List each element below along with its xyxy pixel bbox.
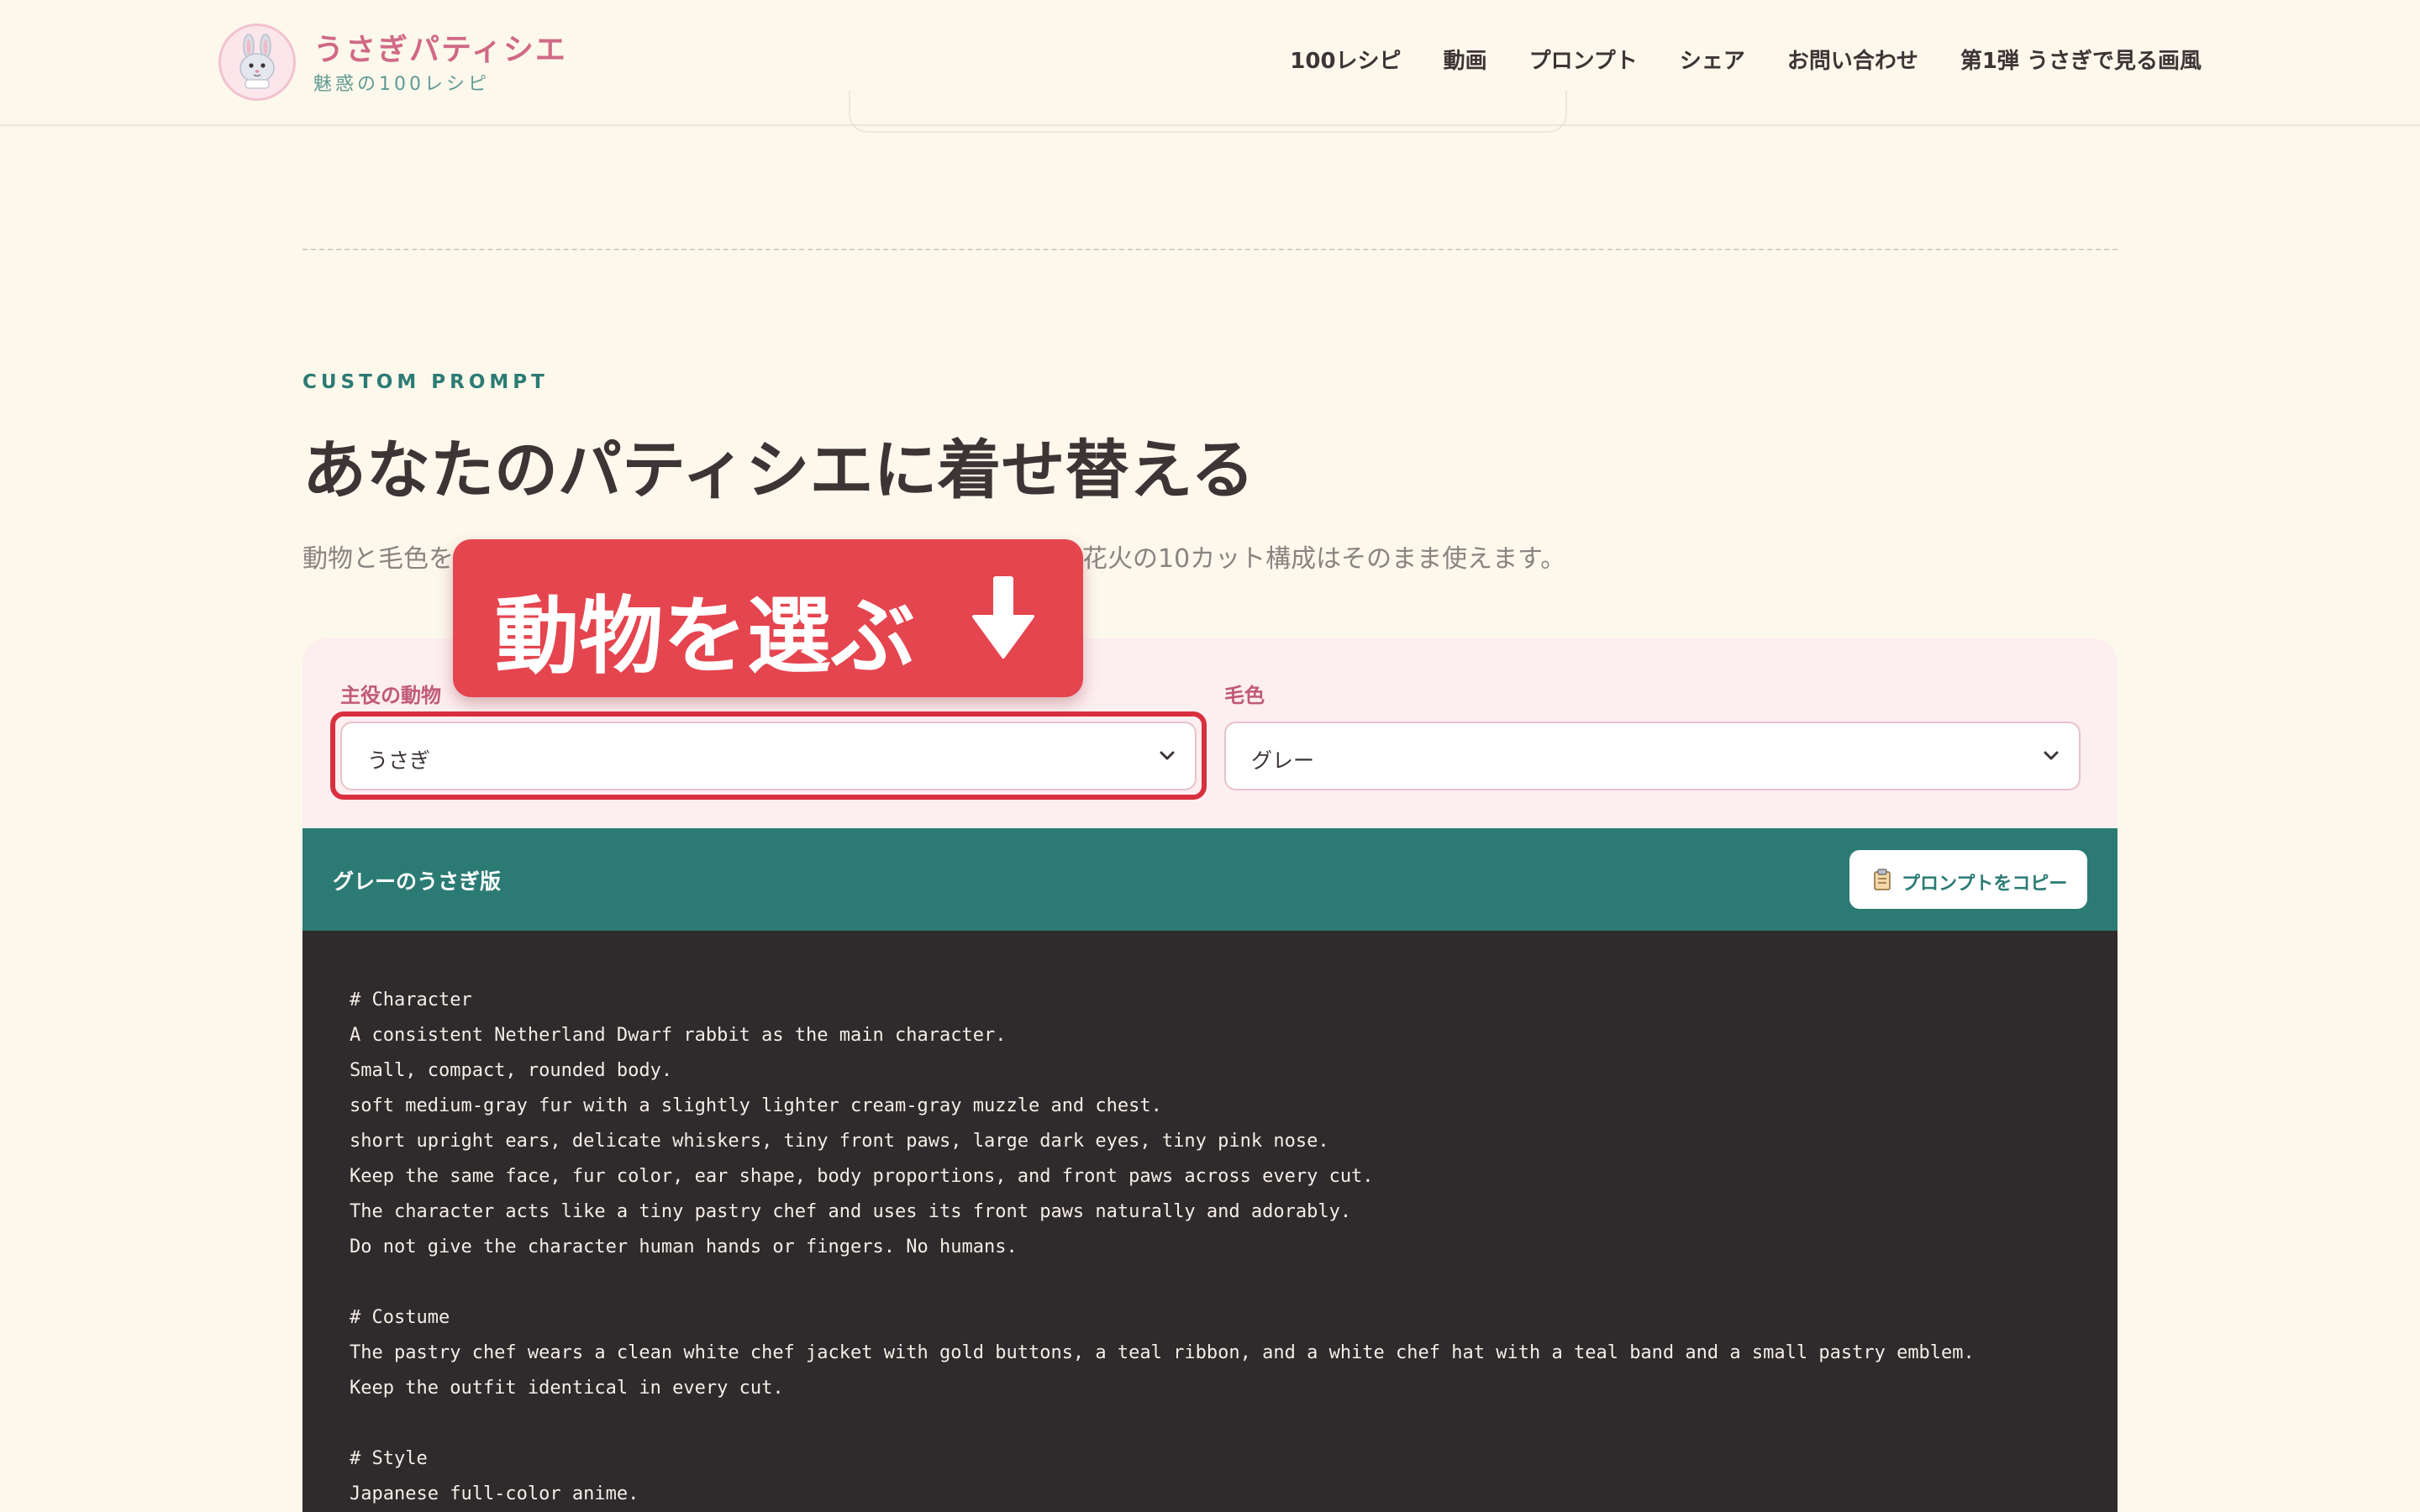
- brand-subtitle: 魅惑の100レシピ: [313, 74, 490, 95]
- clipboard-icon: [1874, 869, 1891, 890]
- prompt-code-block[interactable]: # Character A consistent Netherland Dwarf…: [302, 931, 2118, 1512]
- prompt-line: Do not give the character human hands or…: [350, 1236, 1018, 1257]
- choose-animal-callout: 動物を選ぶ: [453, 539, 1083, 697]
- site-header: うさぎパティシエ 魅惑の100レシピ 100レシピ 動画 プロンプト シェア お…: [0, 0, 2420, 133]
- prompt-code-lines: # Character A consistent Netherland Dwarf…: [350, 983, 1975, 1512]
- prompt-line: The pastry chef wears a clean white chef…: [350, 1342, 1975, 1363]
- logo[interactable]: [218, 24, 296, 101]
- prompt-result-bar: グレーのうさぎ版 プロンプトをコピー: [302, 828, 2118, 931]
- result-title: グレーのうさぎ版: [333, 869, 502, 894]
- nav-item-prompts[interactable]: プロンプト: [1529, 44, 1638, 75]
- animal-label: 主役の動物: [340, 684, 441, 707]
- prompt-line: Keep the outfit identical in every cut.: [350, 1378, 784, 1399]
- prompt-line: # Style: [350, 1448, 428, 1469]
- section-eyebrow: CUSTOM PROMPT: [302, 371, 549, 393]
- nav-item-contact[interactable]: お問い合わせ: [1787, 44, 1918, 75]
- lead-text-right: 花火の10カット構成はそのまま使えます。: [1082, 544, 1566, 574]
- nav-item-recipes[interactable]: 100レシピ: [1290, 44, 1401, 75]
- section-divider: [302, 249, 2118, 250]
- main-nav: 100レシピ 動画 プロンプト シェア お問い合わせ 第1弾 うさぎで見る画風: [1290, 44, 2202, 75]
- prompt-line: The character acts like a tiny pastry ch…: [350, 1201, 1352, 1222]
- prompt-line: # Character: [350, 990, 472, 1011]
- prompt-line: Small, compact, rounded body.: [350, 1060, 673, 1081]
- prompt-line: A consistent Netherland Dwarf rabbit as …: [350, 1025, 1007, 1046]
- arrow-down-icon: [972, 576, 1034, 659]
- copy-prompt-button[interactable]: プロンプトをコピー: [1849, 850, 2087, 909]
- prompt-line: short upright ears, delicate whiskers, t…: [350, 1131, 1329, 1152]
- brand-title[interactable]: うさぎパティシエ: [313, 25, 567, 69]
- fur-color-select-value: グレー: [1251, 748, 1315, 773]
- prompt-line: Japanese full-color anime.: [350, 1483, 639, 1504]
- fur-color-select[interactable]: グレー: [1224, 722, 2081, 790]
- copy-prompt-label: プロンプトをコピー: [1902, 874, 2068, 895]
- prompt-line: soft medium-gray fur with a slightly lig…: [350, 1095, 1162, 1116]
- lead-text-left: 動物と毛色を: [302, 544, 454, 574]
- fur-color-label: 毛色: [1224, 684, 1265, 707]
- prompt-line: # Costume: [350, 1307, 450, 1328]
- callout-text: 動物を選ぶ: [495, 587, 915, 685]
- nav-item-videos[interactable]: 動画: [1444, 44, 1487, 75]
- animal-select-highlight: [330, 711, 1207, 800]
- prompt-line: [350, 1265, 1975, 1300]
- header-search-ghost: [849, 91, 1567, 133]
- prompt-line: Keep the same face, fur color, ear shape…: [350, 1166, 1374, 1187]
- prompt-line: [350, 1406, 1975, 1441]
- chevron-down-icon: [2044, 751, 2059, 760]
- nav-item-share[interactable]: シェア: [1680, 44, 1745, 75]
- section-title: あなたのパティシエに着せ替える: [302, 433, 1255, 507]
- nav-item-first-series[interactable]: 第1弾 うさぎで見る画風: [1960, 44, 2202, 75]
- rabbit-logo-icon: [239, 34, 275, 89]
